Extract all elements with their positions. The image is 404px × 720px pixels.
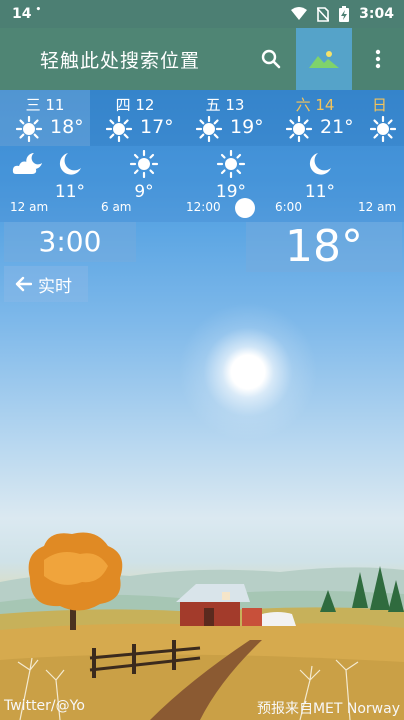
arrow-back-icon [15, 276, 32, 292]
location-search-field[interactable]: 轻触此处搜索位置 [0, 28, 296, 90]
time-label: 12 am [10, 200, 49, 214]
day-temp: 19° [230, 116, 264, 138]
search-placeholder: 轻触此处搜索位置 [40, 49, 201, 72]
hour-item: 11° [290, 150, 350, 202]
realtime-button[interactable]: 实时 [4, 266, 88, 302]
hour-item: 19° [201, 150, 261, 202]
landscape-icon [309, 51, 339, 68]
day-label: 五 13 [205, 96, 245, 114]
realtime-label: 实时 [38, 276, 72, 297]
landscape-button[interactable] [296, 28, 352, 90]
day-temp: 21° [320, 116, 354, 138]
moon-icon [59, 153, 81, 175]
hour-item: 9° [114, 150, 174, 202]
day-temp: 17° [140, 116, 174, 138]
sun-icon [216, 150, 246, 178]
credit-right[interactable]: 预报来自MET Norway [257, 698, 400, 718]
time-label: 12 am [358, 200, 397, 214]
hour-temp: 19° [215, 182, 247, 202]
time-label: 6 am [101, 200, 132, 214]
current-temperature: 18° [246, 222, 402, 272]
more-vert-icon [375, 49, 381, 69]
time-label: 12:00 [186, 200, 221, 214]
hour-temp: 11° [54, 182, 86, 202]
search-icon[interactable] [260, 48, 282, 70]
day-item[interactable]: 五 13 19° [180, 90, 270, 146]
credit-left[interactable]: Twitter/@Yo [4, 698, 85, 714]
sun-icon [286, 116, 312, 142]
status-time: 3:04 [359, 6, 394, 22]
daily-forecast-strip: 三 11 18° 四 12 17° 五 13 19° 六 14 21° 日 [0, 90, 404, 146]
day-item[interactable]: 日 [360, 90, 404, 146]
time-label: 6:00 [275, 200, 302, 214]
landscape-illustration [0, 532, 404, 720]
day-temp: 18° [50, 116, 84, 138]
day-label: 六 14 [295, 96, 335, 114]
wifi-icon [291, 7, 308, 21]
timeline-handle[interactable] [235, 198, 255, 218]
more-options-button[interactable] [352, 28, 404, 90]
day-item[interactable]: 六 14 21° [270, 90, 360, 146]
sun-icon [196, 116, 222, 142]
hour-item: 11° [40, 150, 100, 202]
moon-icon [309, 153, 331, 175]
day-item[interactable]: 三 11 18° [0, 90, 90, 146]
sun-icon [129, 150, 159, 178]
app-bar: 轻触此处搜索位置 [0, 28, 404, 90]
day-item[interactable]: 四 12 17° [90, 90, 180, 146]
notification-count: 14 [12, 6, 32, 22]
no-sim-icon [317, 6, 330, 22]
day-label: 日 [372, 96, 388, 114]
selected-time: 3:00 [4, 222, 136, 262]
battery-charging-icon [339, 6, 350, 22]
status-bar: 14 • 3:04 [0, 0, 404, 28]
sun-icon [370, 116, 396, 142]
day-label: 四 12 [115, 96, 155, 114]
hour-temp: 9° [134, 182, 154, 202]
hour-temp: 11° [304, 182, 336, 202]
sun-icon [16, 116, 42, 142]
sun-illustration [178, 302, 318, 442]
day-label: 三 11 [25, 96, 65, 114]
sun-icon [106, 116, 132, 142]
notification-dot: • [35, 5, 42, 15]
